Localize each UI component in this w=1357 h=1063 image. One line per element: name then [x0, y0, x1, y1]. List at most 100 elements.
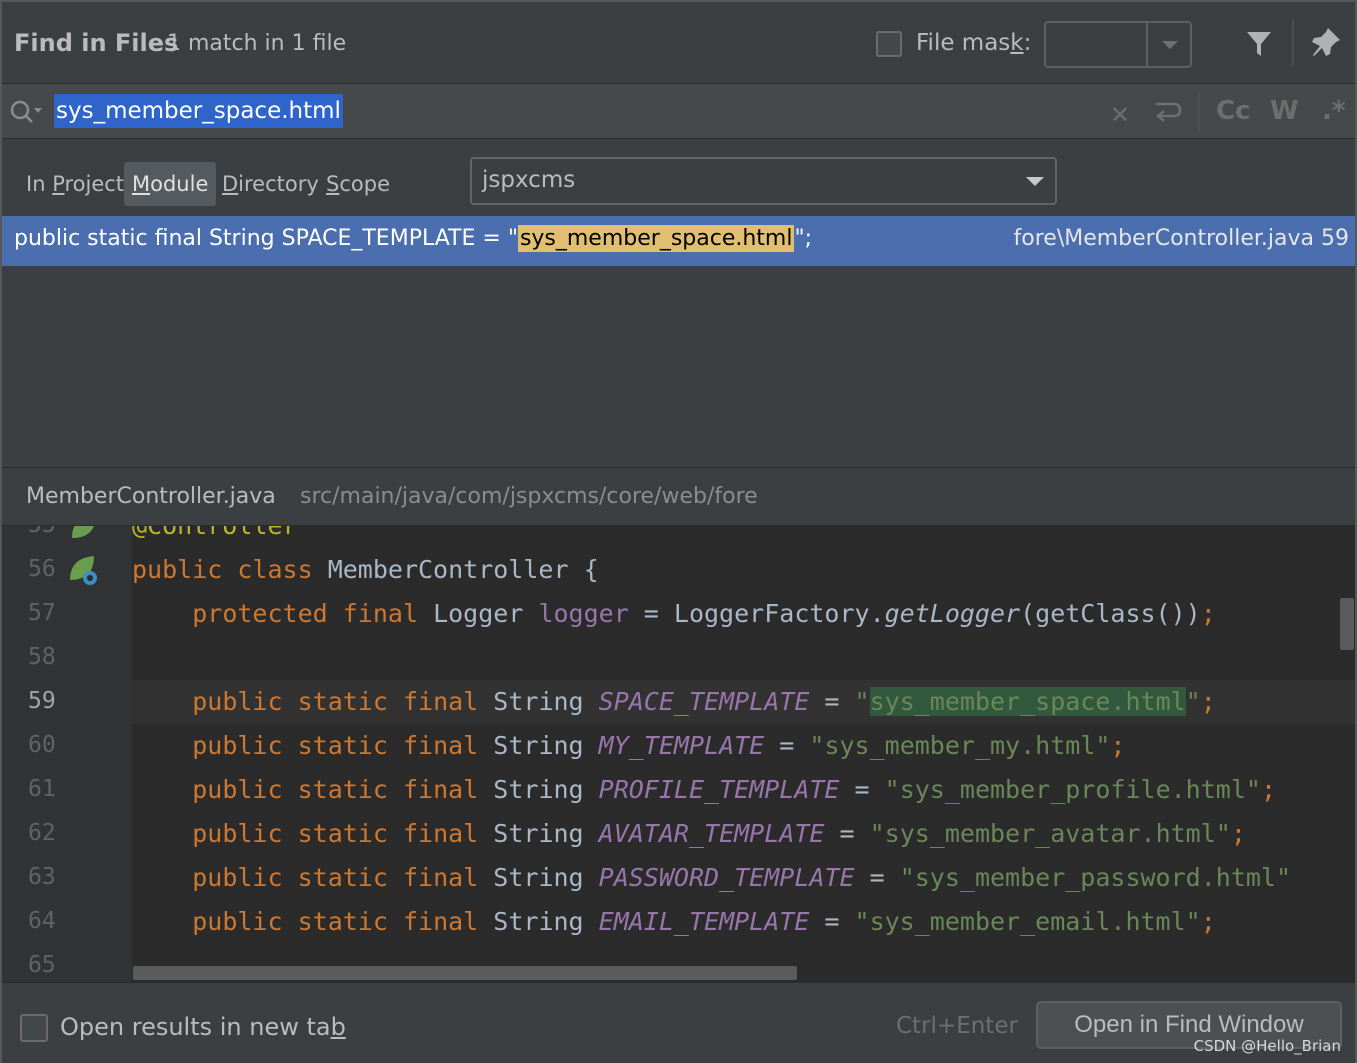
result-file-location: fore\MemberController.java 59 — [1013, 226, 1349, 251]
tab-mnemonic: S — [326, 172, 340, 196]
string-literal: "sys_member_profile.html" — [884, 775, 1261, 804]
tab-label: In — [26, 172, 53, 196]
clear-icon[interactable]: ✕ — [1110, 101, 1130, 129]
chevron-down-icon[interactable] — [1026, 177, 1044, 186]
keyword: final — [402, 775, 479, 804]
search-bar: sys_member_space.html ✕ Cc W .* — [2, 84, 1355, 139]
constant-name: EMAIL_TEMPLATE — [598, 907, 810, 936]
file-mask-mnemonic: k — [1010, 30, 1024, 56]
tab-scope[interactable]: Scope — [318, 162, 398, 206]
code-text: public static final String EMAIL_TEMPLAT… — [132, 900, 1355, 944]
keyword: protected — [192, 599, 328, 628]
chevron-down-icon[interactable] — [1162, 41, 1178, 49]
tab-label: cope — [339, 172, 390, 196]
constant-name: PASSWORD_TEMPLATE — [598, 863, 855, 892]
code-line: 62 public static final String AVATAR_TEM… — [2, 812, 1355, 856]
scope-bar: In Project Module Directory Scope jspxcm… — [2, 140, 1355, 216]
result-snippet: public static final String SPACE_TEMPLAT… — [14, 225, 812, 252]
line-number: 58 — [28, 644, 56, 670]
field-name: logger — [538, 599, 629, 628]
annotation: @Controller — [132, 526, 298, 540]
line-number: 55 — [28, 526, 56, 538]
match-case-toggle[interactable]: Cc — [1216, 96, 1251, 126]
horizontal-scrollbar[interactable] — [133, 966, 797, 980]
string-literal: "sys_member_avatar.html" — [869, 819, 1231, 848]
open-in-new-tab-text: Open results in new ta — [60, 1013, 331, 1041]
regex-toggle[interactable]: .* — [1322, 96, 1345, 126]
keyword: final — [402, 819, 479, 848]
file-mask-checkbox[interactable] — [876, 31, 902, 57]
keyword: static — [297, 863, 388, 892]
keyword: static — [297, 907, 388, 936]
type: String — [478, 819, 599, 848]
tab-in-project[interactable]: In Project — [18, 162, 132, 206]
open-in-new-tab-checkbox[interactable] — [20, 1014, 48, 1042]
type: String — [478, 731, 599, 760]
string-literal: "sys_member_email.html" — [854, 907, 1201, 936]
result-match-highlight: sys_member_space.html — [517, 225, 795, 252]
pin-icon[interactable] — [1310, 26, 1342, 60]
semicolon: ; — [1230, 819, 1246, 848]
tab-directory[interactable]: Directory — [214, 162, 327, 206]
code-line: 63 public static final String PASSWORD_T… — [2, 856, 1355, 900]
line-number: 57 — [28, 600, 56, 626]
keyword: static — [297, 775, 388, 804]
result-row[interactable]: public static final String SPACE_TEMPLAT… — [2, 216, 1355, 266]
code-text: public static final String SPACE_TEMPLAT… — [132, 680, 1355, 724]
code-line: 60 public static final String MY_TEMPLAT… — [2, 724, 1355, 768]
keyword: class — [237, 555, 313, 584]
preview-header: MemberController.java src/main/java/com/… — [2, 469, 1355, 526]
method-name: getLogger — [884, 599, 1021, 628]
code-text: public class MemberController { — [132, 548, 1355, 592]
keyword: final — [402, 907, 479, 936]
type: Logger — [418, 599, 539, 628]
tab-mnemonic: M — [132, 172, 151, 196]
spring-bean-icon[interactable] — [68, 554, 100, 586]
line-number: 56 — [28, 556, 56, 582]
code-line: 56 public class MemberController { — [2, 548, 1355, 592]
dialog-title: Find in Files — [14, 29, 179, 57]
keyword: public — [192, 863, 283, 892]
operator: = — [824, 819, 870, 848]
keyword: static — [297, 731, 388, 760]
module-dropdown[interactable]: jspxcms — [470, 157, 1057, 205]
search-history-icon[interactable] — [8, 98, 44, 126]
dialog-footer: Open results in new tab Ctrl+Enter Open … — [2, 982, 1355, 1063]
line-number: 63 — [28, 864, 56, 890]
watermark: CSDN @Hello_Brian — [1193, 1037, 1341, 1055]
file-mask-dropdown[interactable] — [1044, 21, 1192, 68]
string-literal: "sys_member_password.html" — [899, 863, 1292, 892]
words-toggle[interactable]: W — [1270, 96, 1299, 126]
semicolon: ; — [1260, 775, 1276, 804]
code-rest: = LoggerFactory. — [628, 599, 885, 628]
new-line-icon[interactable] — [1152, 98, 1182, 126]
code-preview[interactable]: 55 @Controller 56 public class MemberCon… — [2, 526, 1355, 982]
type: String — [478, 775, 599, 804]
result-prefix: public static final String SPACE_TEMPLAT… — [14, 226, 518, 251]
keyword: public — [192, 687, 283, 716]
keyword: static — [297, 819, 388, 848]
code-text: public static final String PASSWORD_TEMP… — [132, 856, 1355, 900]
file-mask-divider — [1146, 23, 1148, 66]
filter-icon[interactable] — [1245, 30, 1273, 58]
search-input[interactable]: sys_member_space.html — [54, 94, 343, 128]
keyword: public — [192, 819, 283, 848]
tab-label: irectory — [238, 172, 319, 196]
semicolon: ; — [1110, 731, 1126, 760]
keyword: public — [132, 555, 223, 584]
operator: = — [809, 907, 855, 936]
string-match-highlight: sys_member_space.html — [869, 687, 1186, 716]
spring-bean-icon[interactable] — [68, 526, 100, 542]
constant-name: SPACE_TEMPLATE — [598, 687, 810, 716]
results-list: public static final String SPACE_TEMPLAT… — [2, 216, 1355, 468]
code-line: 58 — [2, 636, 1355, 680]
keyword: static — [297, 687, 388, 716]
file-mask-label-colon: : — [1023, 30, 1032, 56]
line-number: 60 — [28, 732, 56, 758]
code-rest: (getClass()) — [1020, 599, 1201, 628]
vertical-scrollbar[interactable] — [1340, 598, 1354, 650]
string-quote: " — [854, 687, 870, 716]
operator: = — [839, 775, 885, 804]
keyword: public — [192, 907, 283, 936]
tab-module[interactable]: Module — [124, 162, 217, 206]
